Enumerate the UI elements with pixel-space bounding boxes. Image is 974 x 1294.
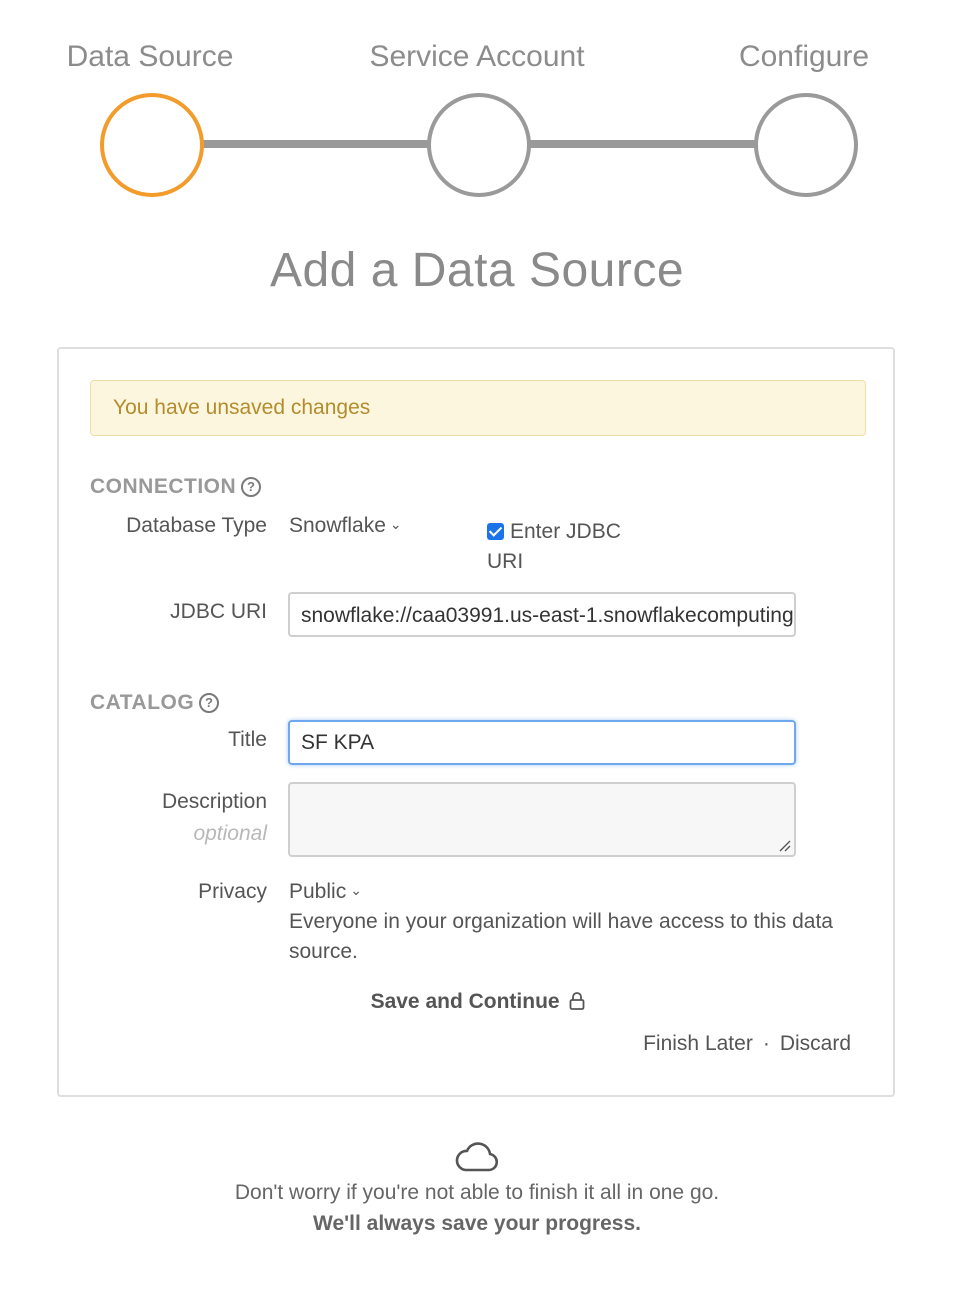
page-title: Add a Data Source bbox=[269, 244, 685, 297]
step-circle-data-source bbox=[100, 93, 204, 197]
enter-jdbc-uri-checkbox[interactable]: Enter JDBC URI bbox=[487, 517, 647, 577]
description-label: Description optional bbox=[162, 790, 267, 846]
privacy-description: Everyone in your organization will have … bbox=[289, 910, 833, 963]
step-connector bbox=[198, 140, 430, 148]
jdbc-uri-input[interactable]: snowflake://caa03991.us-east-1.snowflake… bbox=[288, 592, 796, 637]
step-circle-service-account bbox=[427, 93, 531, 197]
connection-heading: CONNECTION ? bbox=[90, 475, 262, 499]
enter-jdbc-uri-label: Enter JDBC URI bbox=[487, 520, 621, 573]
lock-icon bbox=[570, 992, 585, 1010]
database-type-select[interactable]: Snowflake ⌄ bbox=[289, 514, 402, 538]
description-label-text: Description bbox=[161, 790, 267, 813]
discard-link[interactable]: Discard bbox=[780, 1032, 851, 1055]
form-footer-links: Finish Later · Discard bbox=[643, 1032, 851, 1056]
title-label: Title bbox=[228, 728, 267, 751]
database-type-label: Database Type bbox=[126, 514, 267, 537]
catalog-heading-text: CATALOG bbox=[90, 691, 195, 714]
cloud-icon bbox=[455, 1142, 499, 1172]
privacy-value: Public bbox=[289, 880, 347, 903]
jdbc-uri-label: JDBC URI bbox=[170, 600, 267, 623]
save-and-continue-label: Save and Continue bbox=[370, 990, 560, 1013]
question-circle-icon[interactable]: ? bbox=[199, 693, 220, 713]
unsaved-changes-alert: You have unsaved changes bbox=[90, 380, 866, 436]
catalog-heading: CATALOG ? bbox=[90, 691, 220, 715]
step-label-service-account: Service Account bbox=[369, 40, 585, 73]
privacy-select[interactable]: Public ⌄ bbox=[289, 880, 362, 904]
resize-grip-icon[interactable] bbox=[779, 840, 791, 852]
data-source-form: You have unsaved changes CONNECTION ? Da… bbox=[57, 347, 895, 1097]
question-circle-icon[interactable]: ? bbox=[241, 477, 262, 497]
finish-later-link[interactable]: Finish Later bbox=[643, 1032, 753, 1055]
save-progress-note-bold: We'll always save your progress. bbox=[313, 1212, 641, 1235]
checkbox-checked-icon[interactable] bbox=[487, 523, 504, 540]
title-input[interactable]: SF KPA bbox=[288, 720, 796, 765]
save-progress-note: Don't worry if you're not able to finish… bbox=[234, 1181, 720, 1204]
step-label-data-source: Data Source bbox=[66, 40, 234, 73]
save-and-continue-button[interactable]: Save and Continue bbox=[59, 990, 897, 1014]
chevron-down-icon: ⌄ bbox=[389, 516, 402, 532]
step-circle-configure bbox=[754, 93, 858, 197]
link-separator: · bbox=[762, 1032, 770, 1055]
description-optional-hint: optional bbox=[193, 822, 267, 845]
database-type-value: Snowflake bbox=[289, 514, 386, 537]
chevron-down-icon: ⌄ bbox=[350, 882, 362, 898]
connection-heading-text: CONNECTION bbox=[90, 475, 237, 498]
step-connector bbox=[525, 140, 757, 148]
description-textarea[interactable] bbox=[288, 782, 796, 857]
step-label-configure: Configure bbox=[738, 40, 870, 73]
privacy-label: Privacy bbox=[198, 880, 267, 903]
